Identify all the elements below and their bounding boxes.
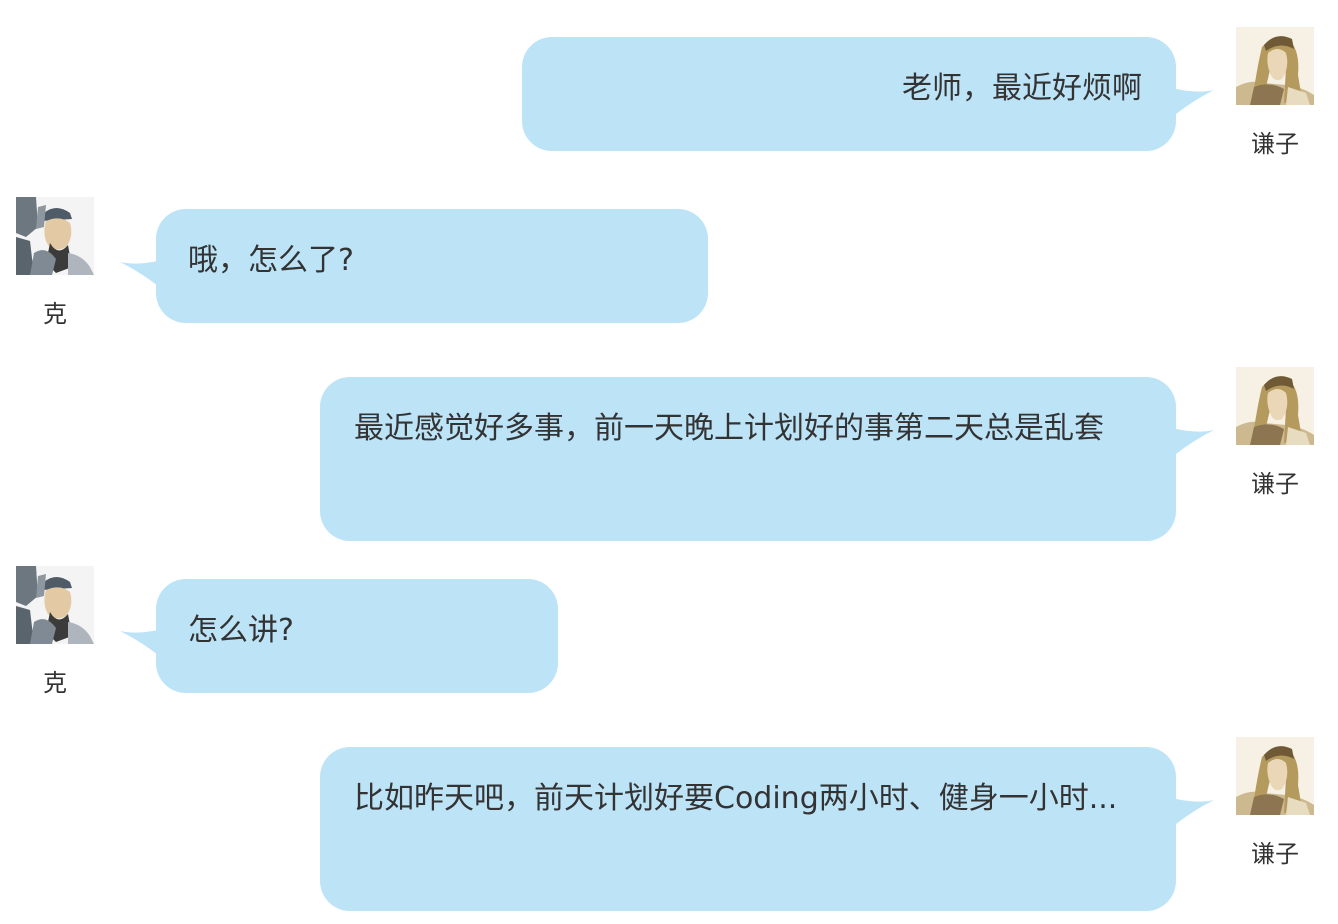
- bubble-tail: [1172, 428, 1214, 454]
- teacher-portrait-icon: [16, 197, 94, 275]
- message-bubble-outgoing: 老师，最近好烦啊: [522, 37, 1176, 151]
- message-bubble-incoming: 哦，怎么了?: [156, 209, 708, 323]
- message-text: 怎么讲?: [188, 613, 294, 648]
- message-bubble-incoming: 怎么讲?: [156, 579, 558, 693]
- speaker-block: 谦子: [1235, 737, 1315, 869]
- speaker-name: 克: [43, 669, 67, 697]
- teacher-portrait-icon: [16, 566, 94, 644]
- speaker-block: 克: [15, 197, 95, 329]
- message-text: 比如昨天吧，前天计划好要Coding两小时、健身一小时...: [354, 781, 1118, 816]
- avatar[interactable]: [1236, 737, 1314, 815]
- avatar[interactable]: [16, 197, 94, 275]
- speaker-block: 谦子: [1235, 367, 1315, 499]
- speaker-name: 谦子: [1251, 470, 1299, 498]
- avatar[interactable]: [16, 566, 94, 644]
- bubble-tail: [1172, 798, 1214, 824]
- avatar[interactable]: [1236, 27, 1314, 105]
- message-bubble-outgoing: 比如昨天吧，前天计划好要Coding两小时、健身一小时...: [320, 747, 1176, 911]
- message-bubble-outgoing: 最近感觉好多事，前一天晚上计划好的事第二天总是乱套: [320, 377, 1176, 541]
- speaker-name: 克: [43, 300, 67, 328]
- speaker-block: 谦子: [1235, 27, 1315, 159]
- student-portrait-icon: [1236, 737, 1314, 815]
- message-text: 老师，最近好烦啊: [902, 71, 1142, 106]
- speaker-block: 克: [15, 566, 95, 698]
- student-portrait-icon: [1236, 27, 1314, 105]
- avatar[interactable]: [1236, 367, 1314, 445]
- message-text: 最近感觉好多事，前一天晚上计划好的事第二天总是乱套: [354, 411, 1104, 446]
- speaker-name: 谦子: [1251, 130, 1299, 158]
- bubble-tail: [1172, 88, 1214, 114]
- message-text: 哦，怎么了?: [188, 243, 354, 278]
- speaker-name: 谦子: [1251, 840, 1299, 868]
- student-portrait-icon: [1236, 367, 1314, 445]
